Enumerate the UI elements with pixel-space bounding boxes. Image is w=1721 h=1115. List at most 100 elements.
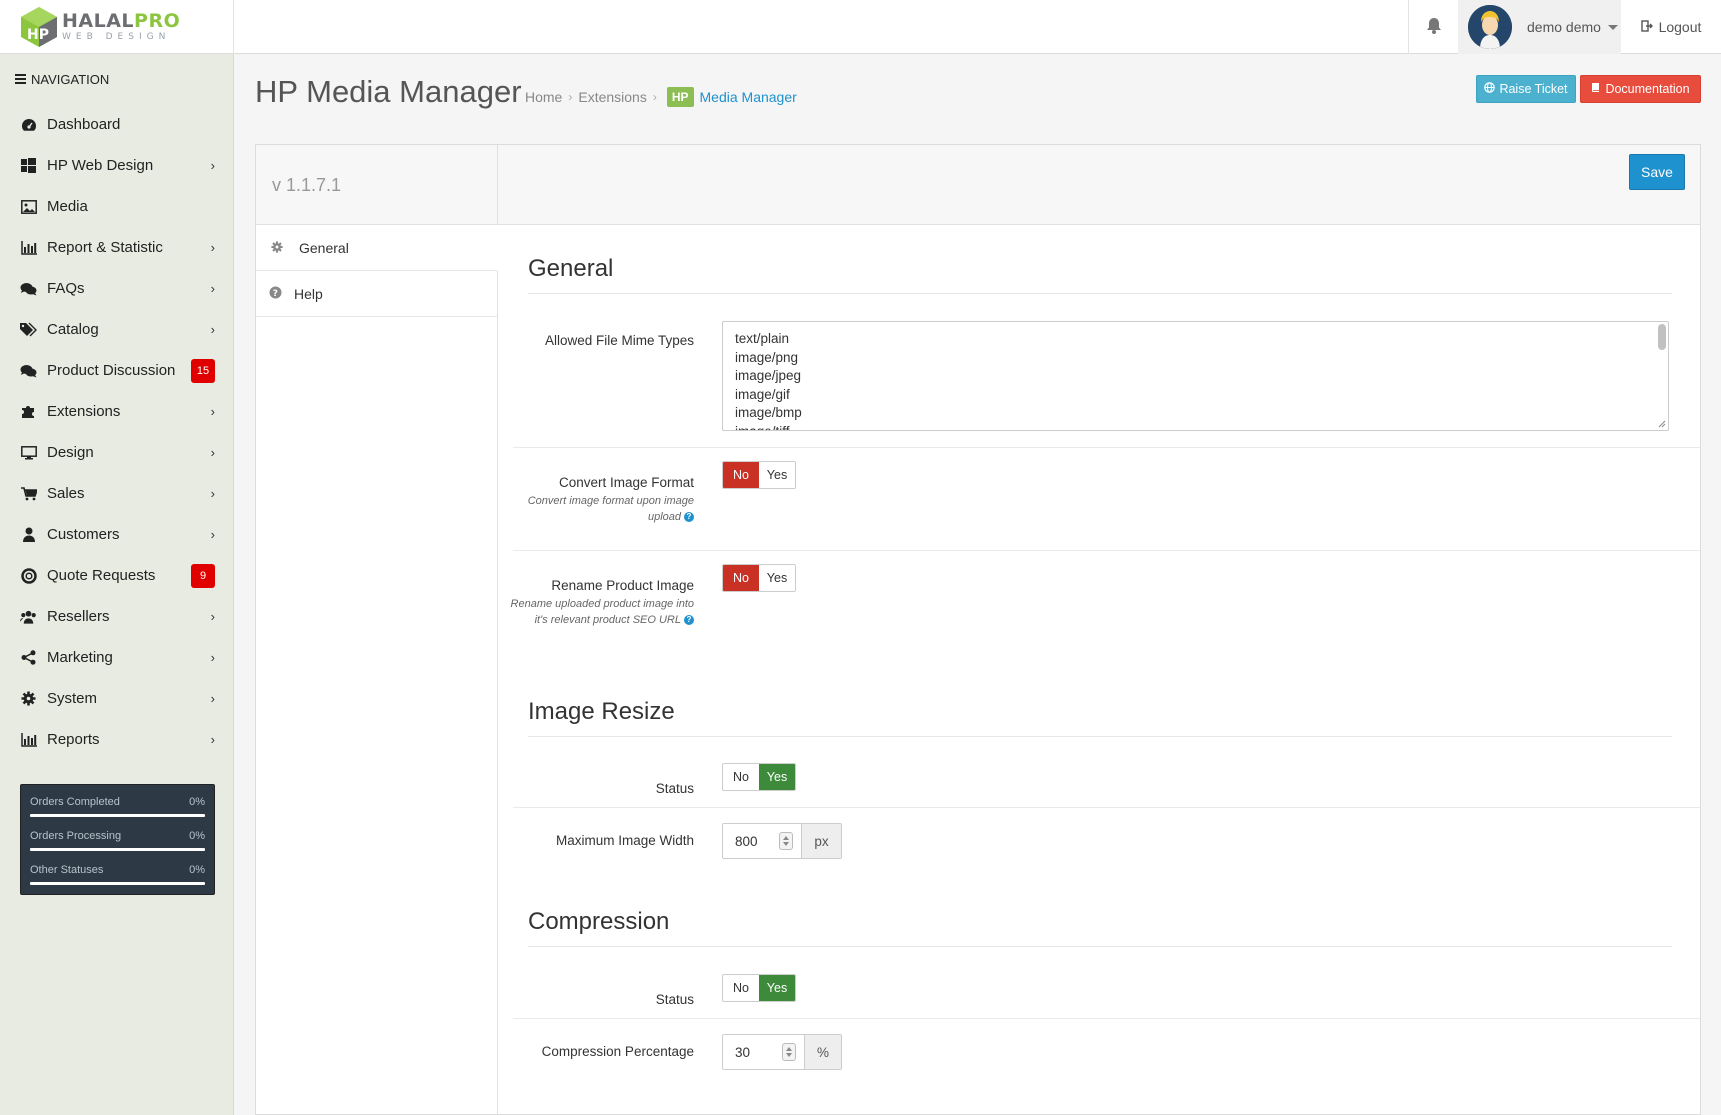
navigation-title: NAVIGATION (31, 71, 110, 87)
notifications-button[interactable] (1408, 0, 1458, 54)
compression-status-toggle[interactable]: No Yes (722, 974, 796, 1002)
sidebar-item-extensions[interactable]: Extensions › (0, 391, 233, 432)
toggle-yes[interactable]: Yes (759, 462, 795, 488)
raise-ticket-button[interactable]: Raise Ticket (1476, 75, 1576, 103)
rename-product-image-toggle[interactable]: No Yes (722, 564, 796, 592)
unit-addon: % (804, 1035, 841, 1069)
avatar (1468, 5, 1512, 49)
rename-product-image-help: Rename uploaded product image into it's … (498, 596, 694, 628)
stat-label: Other Statuses (30, 864, 104, 876)
sidebar-item-marketing[interactable]: Marketing › (0, 637, 233, 678)
toggle-no[interactable]: No (723, 565, 759, 591)
number-spinner[interactable] (779, 832, 793, 850)
mime-types-textarea[interactable]: text/plain image/png image/jpeg image/gif im… (722, 321, 1669, 431)
stat-label: Orders Completed (30, 796, 120, 808)
sidebar-item-label: Media (47, 198, 88, 215)
sidebar-item-catalog[interactable]: Catalog › (0, 309, 233, 350)
bar-chart-icon (20, 731, 37, 748)
section-title-compression: Compression (528, 908, 1672, 947)
top-header: HP HALALPRO WEB DESIGN demo demo Logout (0, 0, 1721, 54)
sidebar-item-report-statistic[interactable]: Report & Statistic › (0, 227, 233, 268)
mime-type-line: image/bmp (735, 405, 802, 420)
stat-label: Orders Processing (30, 830, 122, 842)
breadcrumb-home[interactable]: Home (525, 89, 562, 105)
vertical-tabs: General ? Help (256, 225, 498, 1114)
sidebar-item-dashboard[interactable]: Dashboard (0, 104, 233, 145)
chevron-right-icon: › (210, 486, 215, 501)
version-label: v 1.1.7.1 (272, 175, 342, 195)
sidebar-item-label: Sales (47, 485, 85, 502)
brand-name: HALALPRO (62, 10, 181, 32)
comments-icon (20, 280, 37, 297)
breadcrumb-extensions[interactable]: Extensions (578, 89, 646, 105)
sidebar-item-customers[interactable]: Customers › (0, 514, 233, 555)
bar-chart-icon (20, 239, 37, 256)
toggle-yes[interactable]: Yes (759, 565, 795, 591)
toggle-yes[interactable]: Yes (759, 975, 795, 1001)
number-spinner[interactable] (782, 1043, 796, 1061)
windows-icon (20, 157, 37, 174)
resize-status-toggle[interactable]: No Yes (722, 763, 796, 791)
sidebar-item-design[interactable]: Design › (0, 432, 233, 473)
sidebar-item-hp-web-design[interactable]: HP Web Design › (0, 145, 233, 186)
divider (497, 145, 498, 225)
users-icon (20, 608, 37, 625)
convert-image-format-toggle[interactable]: No Yes (722, 461, 796, 489)
stat-progress-bar (30, 882, 205, 885)
sidebar-item-system[interactable]: System › (0, 678, 233, 719)
mime-types-list: text/plain image/png image/jpeg image/gif im… (735, 330, 1656, 430)
tab-content-general: General Allowed File Mime Types text/pla… (498, 225, 1700, 1114)
stat-value: 0% (189, 830, 205, 842)
panel-header: v 1.1.7.1 Save (256, 145, 1700, 225)
logout-link[interactable]: Logout (1621, 0, 1721, 54)
caret-down-icon (1607, 24, 1618, 30)
max-image-width-input[interactable]: 800 (723, 824, 801, 858)
toggle-no[interactable]: No (723, 764, 759, 790)
sidebar-item-sales[interactable]: Sales › (0, 473, 233, 514)
sidebar-item-resellers[interactable]: Resellers › (0, 596, 233, 637)
tab-label: Help (294, 285, 323, 302)
toggle-no[interactable]: No (723, 975, 759, 1001)
hp-badge: HP (666, 87, 694, 107)
divider (513, 447, 1700, 448)
sidebar-item-product-discussion[interactable]: Product Discussion 15 (0, 350, 233, 391)
breadcrumb-separator: › (568, 90, 573, 104)
toggle-no[interactable]: No (723, 462, 759, 488)
brand-logo-link[interactable]: HP HALALPRO WEB DESIGN (0, 0, 234, 54)
tab-general[interactable]: General (256, 225, 498, 271)
resize-grip-icon[interactable] (1656, 418, 1666, 428)
stat-value: 0% (189, 796, 205, 808)
page-title: HP Media Manager (255, 74, 522, 109)
stat-row: Orders Completed 0% (30, 791, 205, 825)
resize-status-label: Status (655, 781, 694, 796)
user-menu-toggle[interactable]: demo demo (1458, 0, 1621, 54)
unit-addon: px (801, 824, 841, 858)
help-text: Rename uploaded product image into it's … (510, 598, 694, 626)
sidebar-item-label: Catalog (47, 321, 99, 338)
comments-icon (20, 362, 37, 379)
sidebar-item-quote-requests[interactable]: Quote Requests 9 (0, 555, 233, 596)
save-button[interactable]: Save (1629, 154, 1685, 190)
compression-percentage-input[interactable]: 30 (723, 1035, 804, 1069)
breadcrumb-current[interactable]: Media Manager (700, 89, 797, 105)
sidebar-item-reports[interactable]: Reports › (0, 719, 233, 760)
sidebar-item-label: Quote Requests (47, 567, 156, 584)
breadcrumb-separator: › (652, 90, 657, 104)
question-circle-icon[interactable]: ? (684, 512, 694, 522)
convert-image-format-label: Convert Image Format (558, 475, 694, 490)
compression-percentage-label: Compression Percentage (541, 1044, 694, 1059)
documentation-button[interactable]: Documentation (1580, 75, 1701, 103)
gear-icon (271, 240, 283, 256)
svg-text:?: ? (273, 289, 278, 299)
divider (513, 807, 1700, 808)
mime-types-label: Allowed File Mime Types (544, 333, 694, 348)
brand-logo-icon: HP (20, 6, 58, 48)
tab-help[interactable]: ? Help (256, 271, 497, 317)
scrollbar-thumb[interactable] (1658, 324, 1666, 350)
chevron-right-icon: › (210, 445, 215, 460)
sidebar-item-media[interactable]: Media (0, 186, 233, 227)
question-circle-icon[interactable]: ? (684, 615, 694, 625)
convert-image-format-help: Convert image format upon image upload? (498, 493, 694, 525)
toggle-yes[interactable]: Yes (759, 764, 795, 790)
sidebar-item-faqs[interactable]: FAQs › (0, 268, 233, 309)
